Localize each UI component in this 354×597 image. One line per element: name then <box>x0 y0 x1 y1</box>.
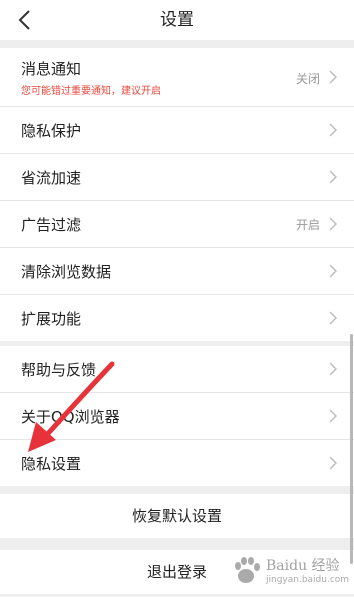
settings-row-ad-filter[interactable]: 广告过滤 开启 <box>0 201 354 248</box>
chevron-right-icon <box>329 170 337 184</box>
settings-screen: 设置 消息通知 您可能错过重要通知，建议开启 关闭 隐私保护 省流加速 广告过滤… <box>0 0 354 597</box>
settings-row-clear-data[interactable]: 清除浏览数据 <box>0 248 354 295</box>
settings-group-about: 帮助与反馈 关于QQ浏览器 隐私设置 <box>0 346 354 486</box>
row-label: 广告过滤 <box>21 216 82 234</box>
chevron-right-icon <box>329 362 337 376</box>
settings-row-privacy-protection[interactable]: 隐私保护 <box>0 107 354 154</box>
chevron-right-icon <box>329 70 337 84</box>
restore-defaults-button[interactable]: 恢复默认设置 <box>0 494 354 538</box>
paw-logo-icon <box>235 557 260 583</box>
settings-row-notifications[interactable]: 消息通知 您可能错过重要通知，建议开启 关闭 <box>0 48 354 107</box>
row-status-value: 关闭 <box>295 72 320 86</box>
chevron-right-icon <box>329 456 337 470</box>
chevron-right-icon <box>329 311 337 325</box>
watermark-brand: Baidu 经验 <box>266 558 340 574</box>
row-label: 帮助与反馈 <box>21 361 97 379</box>
row-label: 隐私设置 <box>21 455 82 473</box>
settings-row-privacy-settings[interactable]: 隐私设置 <box>0 440 354 486</box>
row-label: 关于QQ浏览器 <box>21 408 120 426</box>
chevron-right-icon <box>329 264 337 278</box>
row-label: 省流加速 <box>21 169 82 187</box>
scrollbar[interactable] <box>350 334 353 564</box>
settings-row-about-browser[interactable]: 关于QQ浏览器 <box>0 393 354 440</box>
row-status-value: 开启 <box>295 218 320 232</box>
row-label: 消息通知 <box>21 60 82 78</box>
page-title: 设置 <box>160 10 194 30</box>
settings-row-extensions[interactable]: 扩展功能 <box>0 295 354 341</box>
nav-bar: 设置 <box>0 0 354 40</box>
chevron-right-icon <box>329 217 337 231</box>
chevron-right-icon <box>329 409 337 423</box>
row-label: 扩展功能 <box>21 310 82 328</box>
settings-row-help-feedback[interactable]: 帮助与反馈 <box>0 346 354 393</box>
row-label: 隐私保护 <box>21 122 82 140</box>
watermark-url: jingyan.baidu.com <box>266 575 350 585</box>
settings-row-data-saver[interactable]: 省流加速 <box>0 154 354 201</box>
settings-group-main: 消息通知 您可能错过重要通知，建议开启 关闭 隐私保护 省流加速 广告过滤 开启… <box>0 48 354 341</box>
chevron-right-icon <box>329 123 337 137</box>
baidu-watermark: Baidu 经验 jingyan.baidu.com <box>230 555 350 591</box>
row-warning-text: 您可能错过重要通知，建议开启 <box>21 86 161 97</box>
row-label: 清除浏览数据 <box>21 263 112 281</box>
